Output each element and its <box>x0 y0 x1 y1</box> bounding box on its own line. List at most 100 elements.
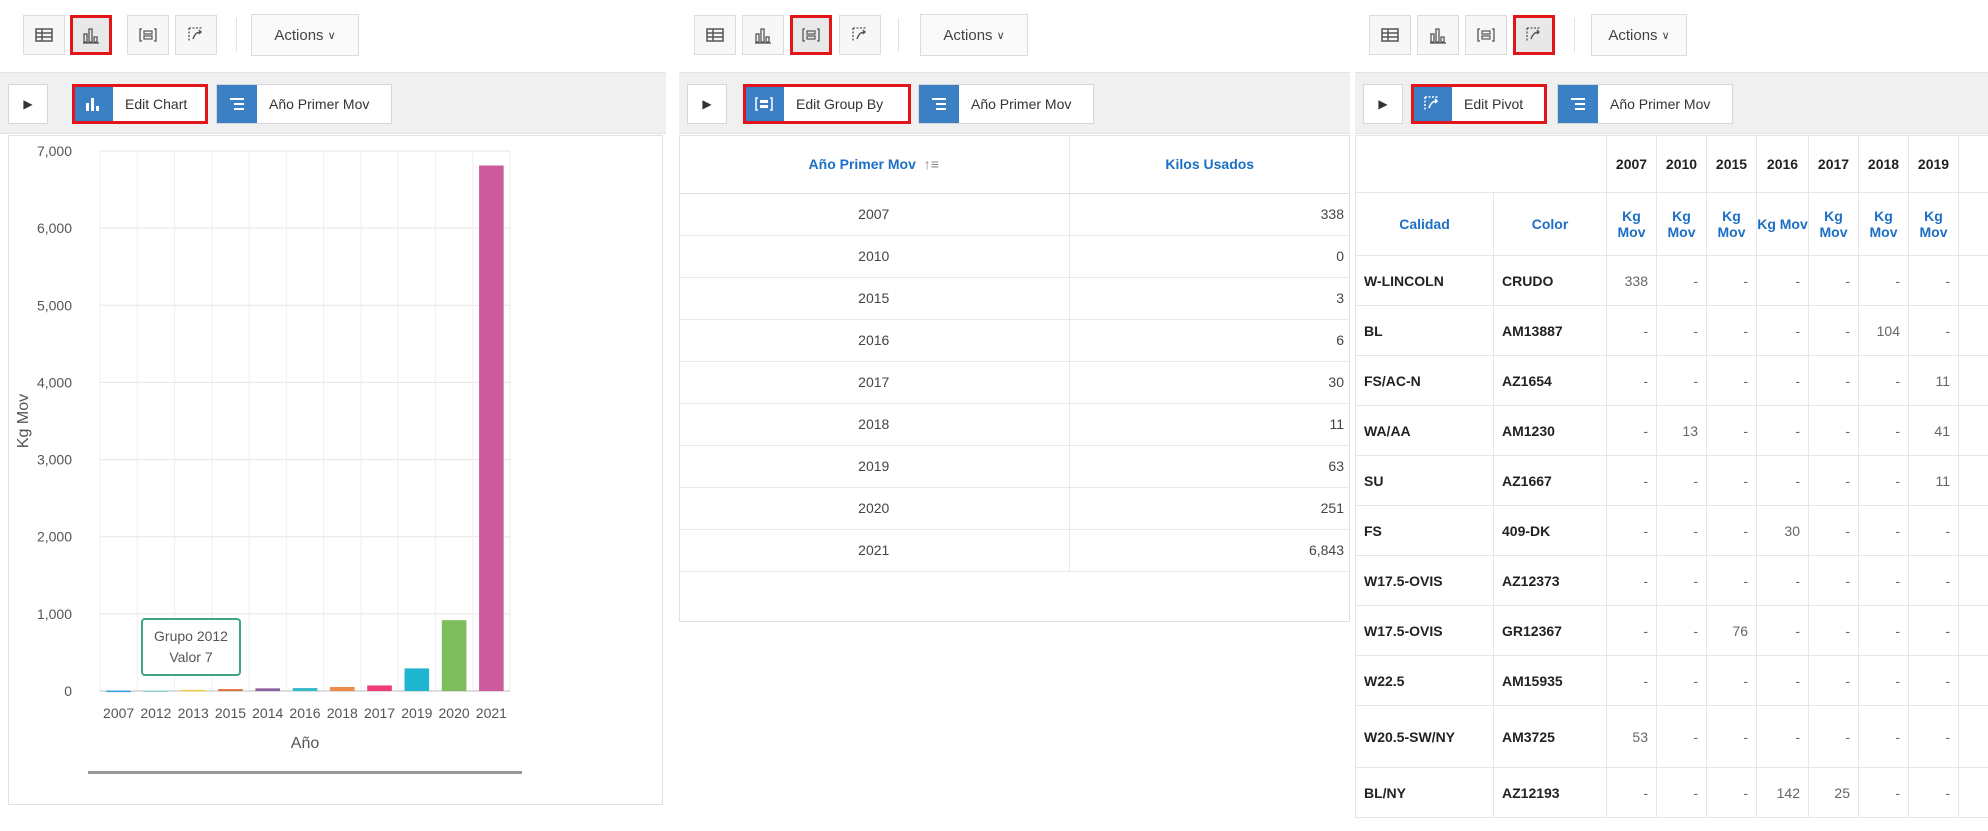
cell-kg-mov: - <box>1656 355 1707 406</box>
cell-kg-mov: 13 <box>1656 405 1707 456</box>
cell-color: AM1230 <box>1493 405 1607 456</box>
cell-kg-mov: - <box>1808 355 1859 406</box>
actions-menu-button[interactable]: Actions ∨ <box>1591 14 1687 56</box>
sort-filter-chip[interactable]: Año Primer Mov <box>216 84 392 124</box>
actions-menu-button[interactable]: Actions ∨ <box>251 14 359 56</box>
chevron-down-icon: ∨ <box>996 29 1005 42</box>
pivot-view-button[interactable] <box>839 15 881 55</box>
cell-kg-mov: - <box>1656 767 1707 818</box>
chevron-down-icon: ∨ <box>327 29 336 42</box>
column-header-kg-mov[interactable]: Kg Mov <box>1706 192 1757 256</box>
column-header-kg-mov[interactable]: Kg Mov <box>1756 192 1809 256</box>
cell-calidad: W17.5-OVIS <box>1355 555 1494 606</box>
cell-kg-mov: - <box>1908 255 1959 306</box>
report-settings-bar: ▶ Edit Group By Año Primer Mov <box>679 72 1350 134</box>
sort-filter-chip[interactable]: Año Primer Mov <box>918 84 1094 124</box>
cell-kg-mov: - <box>1606 605 1657 656</box>
cell-kg-mov: - <box>1808 555 1859 606</box>
cell-calidad: WA/AA <box>1355 405 1494 456</box>
group-by-view-button[interactable] <box>790 15 832 55</box>
chart-icon <box>83 28 99 44</box>
pivot-icon <box>852 27 867 42</box>
chart-view-button[interactable] <box>742 15 784 55</box>
column-header-calidad[interactable]: Calidad <box>1355 192 1494 256</box>
edit-chart-button[interactable]: Edit Chart <box>72 84 208 124</box>
group-by-icon <box>744 85 784 123</box>
column-header-color[interactable]: Color <box>1493 192 1607 256</box>
column-header-kg-mov[interactable]: Kg Mov <box>1858 192 1909 256</box>
cell-kg-mov: - <box>1706 555 1757 606</box>
sort-icon <box>919 85 959 123</box>
play-icon: ▶ <box>1378 97 1388 111</box>
pivot-year-header: 2010 <box>1656 135 1707 193</box>
report-settings-bar: ▶ Edit Chart Año Primer Mov <box>0 72 666 134</box>
cell-kg-mov: - <box>1606 555 1657 606</box>
cell-color: GR12367 <box>1493 605 1607 656</box>
cell-kg-mov: - <box>1808 305 1859 356</box>
expand-settings-button[interactable]: ▶ <box>1363 84 1403 124</box>
cell-kg-mov: - <box>1706 405 1757 456</box>
chart-icon <box>1430 28 1446 44</box>
cell-kg-mov: 53 <box>1606 705 1657 768</box>
sort-filter-chip[interactable]: Año Primer Mov <box>1557 84 1733 124</box>
cell-kg-mov: - <box>1908 655 1959 706</box>
pivot-row: SU AZ1667- - - - - -11 <box>1355 455 1988 506</box>
cell-kg-mov: 142 <box>1756 767 1809 818</box>
expand-settings-button[interactable]: ▶ <box>687 84 727 124</box>
cell-kg-mov: 30 <box>1756 505 1809 556</box>
group-by-view-button[interactable] <box>127 15 169 55</box>
cell-calidad: W17.5-OVIS <box>1355 605 1494 656</box>
cell-kg-mov: - <box>1606 455 1657 506</box>
pivot-view-button[interactable] <box>1513 15 1555 55</box>
cell-kg-mov: - <box>1858 505 1909 556</box>
actions-menu-button[interactable]: Actions ∨ <box>920 14 1028 56</box>
cell-kg-mov: - <box>1858 767 1909 818</box>
expand-settings-button[interactable]: ▶ <box>8 84 48 124</box>
column-header-kg-mov[interactable]: Kg Mov <box>1656 192 1707 256</box>
pivot-year-header: 2019 <box>1908 135 1959 193</box>
grid-view-button[interactable] <box>694 15 736 55</box>
edit-group-by-button[interactable]: Edit Group By <box>743 84 911 124</box>
sort-filter-label: Año Primer Mov <box>1610 96 1711 112</box>
edit-pivot-label: Edit Pivot <box>1464 96 1524 112</box>
view-toolbar: Actions ∨ <box>679 0 1350 66</box>
edit-chart-label: Edit Chart <box>125 96 188 112</box>
chart-view-button[interactable] <box>1417 15 1459 55</box>
cell-kg-mov: 25 <box>1808 767 1859 818</box>
column-header-kg-mov[interactable]: Kg Mov <box>1808 192 1859 256</box>
cell-calidad: FS/AC-N <box>1355 355 1494 406</box>
pivot-year-header-row: 2007 2010 2015 2016 2017 2018 2019 <box>1355 135 1988 193</box>
column-header-kg-mov[interactable]: Kg Mov <box>1606 192 1657 256</box>
sort-filter-label: Año Primer Mov <box>269 96 370 112</box>
edit-pivot-button[interactable]: Edit Pivot <box>1411 84 1547 124</box>
cell-kg-mov: 11 <box>1908 355 1959 406</box>
group-by-view-button[interactable] <box>1465 15 1507 55</box>
cell-color: AZ1667 <box>1493 455 1607 506</box>
cell-kg-mov: - <box>1858 605 1909 656</box>
cell-kg-mov: - <box>1656 605 1707 656</box>
chart-frame <box>8 135 663 805</box>
pivot-year-header: 2007 <box>1606 135 1657 193</box>
cell-kg-mov: - <box>1706 305 1757 356</box>
cell-kg-mov: - <box>1606 505 1657 556</box>
toolbar-divider <box>898 18 899 52</box>
pivot-spacer <box>1958 455 1988 506</box>
cell-color: AZ12193 <box>1493 767 1607 818</box>
group-by-report-panel: Actions ∨ ▶ Edit Group By Año Primer Mov… <box>679 0 1350 622</box>
grid-view-button[interactable] <box>23 15 65 55</box>
pivot-corner-cell <box>1355 135 1607 193</box>
play-icon: ▶ <box>702 97 712 111</box>
column-header-kg-mov[interactable]: Kg Mov <box>1908 192 1959 256</box>
cell-kg-mov: - <box>1656 555 1707 606</box>
pivot-report-panel: Actions ∨ ▶ Edit Pivot Año Primer Mov 20… <box>1355 0 1988 818</box>
cell-kg-mov: - <box>1908 505 1959 556</box>
pivot-spacer <box>1958 135 1988 193</box>
cell-kg-mov: - <box>1858 455 1909 506</box>
grid-view-button[interactable] <box>1369 15 1411 55</box>
cell-color: CRUDO <box>1493 255 1607 306</box>
pivot-view-button[interactable] <box>175 15 217 55</box>
cell-kg-mov: - <box>1858 355 1909 406</box>
cell-kg-mov: - <box>1908 605 1959 656</box>
play-icon: ▶ <box>23 97 33 111</box>
chart-view-button[interactable] <box>70 15 112 55</box>
